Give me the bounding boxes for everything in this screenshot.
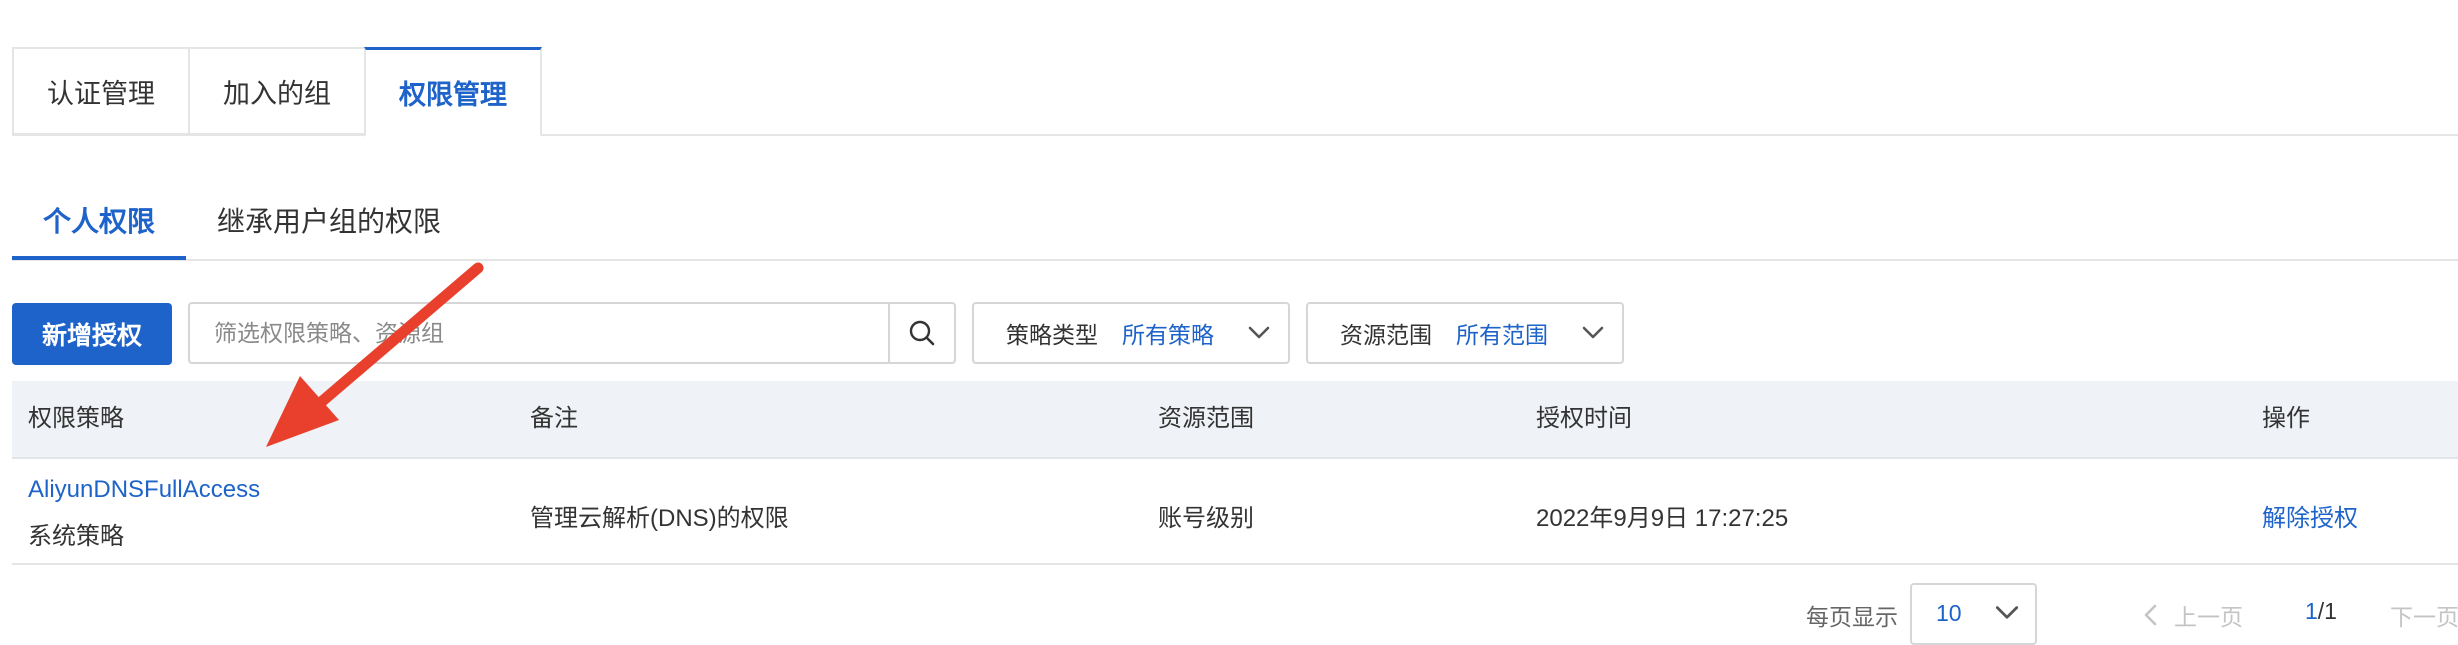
tab-authentication[interactable]: 认证管理 [12,47,190,135]
tab-inherited-permissions-label: 继承用户组的权限 [217,206,442,237]
policy-search-input[interactable] [190,304,892,362]
resource-scope-select[interactable]: 资源范围 所有范围 [1306,302,1624,364]
next-page-label: 下一页 [2390,604,2458,630]
search-icon [909,320,935,346]
sub-tab-bar: 个人权限 继承用户组的权限 [12,188,472,260]
add-authorization-button[interactable]: 新增授权 [12,303,172,365]
per-page-select[interactable]: 10 [1910,583,2037,645]
column-header-time: 授权时间 [1536,405,1632,432]
column-header-action: 操作 [2262,405,2310,432]
tab-joined-groups[interactable]: 加入的组 [188,47,366,135]
chevron-left-icon [2144,604,2157,626]
policy-scope: 账号级别 [1158,505,1254,532]
next-page-button[interactable]: 下一页 [2390,598,2458,632]
page-indicator: 1/1 [2305,598,2337,625]
column-header-policy: 权限策略 [28,405,124,432]
policy-type-label: 策略类型 [1006,322,1098,348]
table-header: 权限策略 备注 资源范围 授权时间 操作 [12,381,2458,459]
add-authorization-label: 新增授权 [41,322,142,350]
total-pages: /1 [2317,598,2337,624]
policy-type-value: 所有策略 [1122,322,1214,348]
column-header-note: 备注 [530,405,578,432]
per-page-value: 10 [1936,600,1962,626]
tab-joined-groups-label: 加入的组 [223,78,331,109]
prev-page-button[interactable]: 上一页 [2140,598,2243,632]
tab-permissions-label: 权限管理 [399,80,507,110]
current-page: 1 [2305,598,2318,624]
table-row: AliyunDNSFullAccess 系统策略 管理云解析(DNS)的权限 账… [12,459,2458,565]
resource-scope-label: 资源范围 [1340,322,1432,348]
tab-personal-permissions-label: 个人权限 [43,206,156,237]
policy-search-box [188,302,956,364]
tab-personal-permissions[interactable]: 个人权限 [12,188,187,260]
search-button[interactable] [888,304,954,362]
revoke-authorization-link[interactable]: 解除授权 [2262,498,2358,533]
top-tab-bar: 认证管理 加入的组 权限管理 [12,47,542,137]
per-page-label: 每页显示 [1806,604,1898,630]
policy-type-select[interactable]: 策略类型 所有策略 [972,302,1290,364]
policy-name-link[interactable]: AliyunDNSFullAccess [28,476,260,504]
prev-page-label: 上一页 [2174,604,2243,630]
tab-authentication-label: 认证管理 [47,78,155,109]
chevron-down-icon [1995,606,2019,619]
tab-permissions[interactable]: 权限管理 [364,47,542,137]
policy-type-text: 系统策略 [28,523,124,550]
policy-note: 管理云解析(DNS)的权限 [530,505,789,532]
tab-inherited-permissions[interactable]: 继承用户组的权限 [186,188,472,260]
column-header-scope: 资源范围 [1158,405,1254,432]
chevron-down-icon [1582,326,1604,339]
resource-scope-value: 所有范围 [1456,322,1548,348]
chevron-down-icon [1248,326,1270,339]
authorization-time: 2022年9月9日 17:27:25 [1536,505,1789,532]
